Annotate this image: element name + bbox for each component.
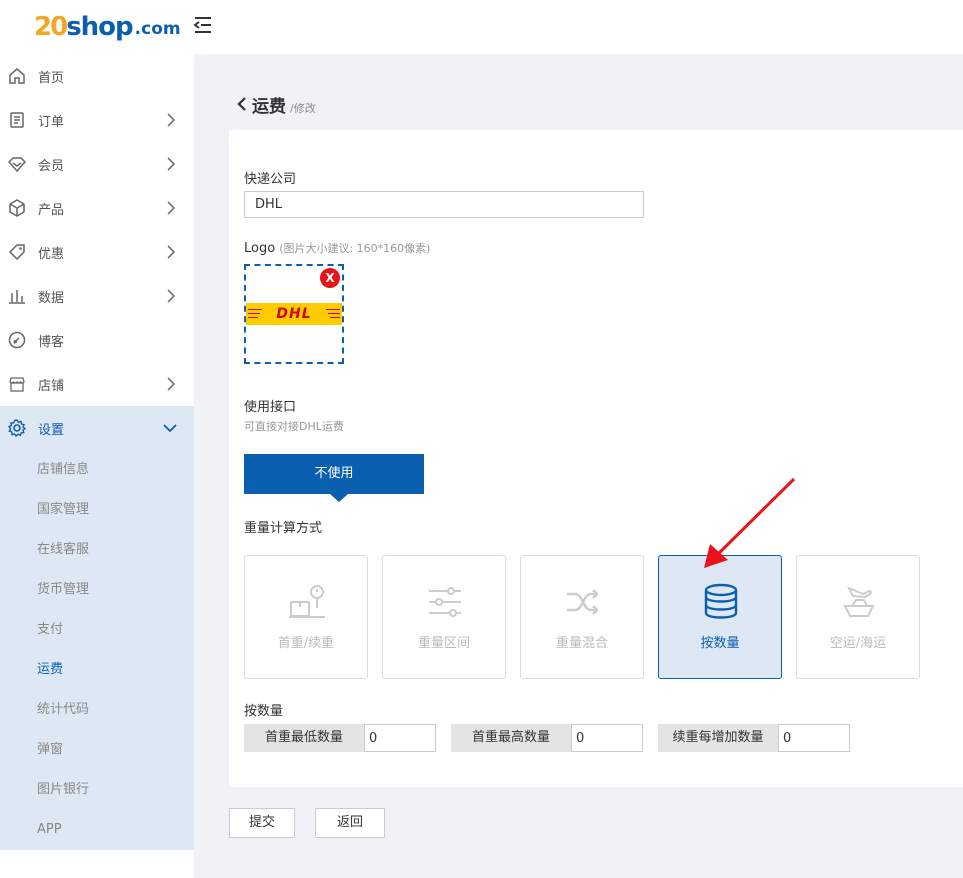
back-button[interactable]: 返回 [315,808,385,838]
logo-label: Logo [244,241,276,256]
logo-suffix: .com [134,19,181,39]
sidebar-item-products[interactable]: 产品 [0,186,194,230]
chevron-right-icon [167,245,176,259]
page-header: 运费 /修改 [236,92,316,117]
sidebar-item-label: 订单 [38,114,65,130]
product-box-icon [8,199,26,217]
sidebar-item-blog[interactable]: 博客 [0,318,194,362]
method-by-quantity[interactable]: 按数量 [658,555,782,679]
sidebar-sub-countries[interactable]: 国家管理 [0,490,194,530]
logo-name: shop [66,12,133,42]
sidebar-item-orders[interactable]: 订单 [0,98,194,142]
menu-collapse-icon[interactable] [192,14,214,36]
chevron-right-icon [167,201,176,215]
sidebar-item-label: 店铺 [38,378,65,394]
qty-field-label: 首重最低数量 [244,724,364,752]
company-input[interactable] [244,191,644,218]
continued-step-qty-input[interactable] [778,724,850,752]
brand-logo[interactable]: 20 shop .com [34,6,181,42]
sidebar: 首页 订单 会员 产品 优惠 数据 博客 店铺 设置 店铺信息 国家管理 在线客… [0,54,194,878]
qty-field-label: 续重每增加数量 [658,724,778,752]
sidebar-item-label: 产品 [38,202,65,218]
plane-ship-icon [843,586,875,617]
remove-logo-button[interactable]: X [320,268,340,288]
sidebar-sub-image-bank[interactable]: 图片银行 [0,770,194,810]
method-label: 按数量 [700,636,740,651]
sidebar-item-label: 会员 [38,158,65,174]
first-min-qty-input[interactable] [364,724,436,752]
method-weight-mixed[interactable]: 重量混合 [520,555,644,679]
logo-label-row: Logo (图片大小建议: 160*160像素) [244,240,430,256]
first-max-qty-input[interactable] [571,724,643,752]
sidebar-item-settings[interactable]: 设置 [0,406,194,450]
qty-field-first-min: 首重最低数量 [244,724,436,752]
sidebar-item-label: 博客 [38,334,65,350]
page-title: 运费 [252,97,286,117]
qty-section-label: 按数量 [244,704,284,719]
sidebar-item-members[interactable]: 会员 [0,142,194,186]
sidebar-item-label: 优惠 [38,246,65,262]
page-subtitle: /修改 [290,102,316,115]
sidebar-sub-app[interactable]: APP [0,810,194,850]
settings-submenu: 店铺信息 国家管理 在线客服 货币管理 支付 运费 统计代码 弹窗 图片银行 A… [0,450,194,850]
back-chevron-icon[interactable] [236,96,248,112]
sidebar-item-label: 设置 [38,422,65,438]
chevron-right-icon [167,157,176,171]
order-icon [8,111,26,129]
method-label: 空运/海运 [829,636,887,651]
method-weight-range[interactable]: 重量区间 [382,555,506,679]
sidebar-item-home[interactable]: 首页 [0,54,194,98]
method-label: 首重/续重 [277,636,335,651]
sidebar-sub-popup[interactable]: 弹窗 [0,730,194,770]
sidebar-item-store[interactable]: 店铺 [0,362,194,406]
qty-field-first-max: 首重最高数量 [451,724,643,752]
api-hint: 可直接对接DHL运费 [244,420,344,433]
logo-size-hint: (图片大小建议: 160*160像素) [279,242,431,255]
qty-field-label: 首重最高数量 [451,724,571,752]
store-icon [8,375,26,393]
member-icon [8,155,26,173]
blog-icon [8,331,26,349]
method-first-continued[interactable]: 首重/续重 [244,555,368,679]
method-air-sea[interactable]: 空运/海运 [796,555,920,679]
sliders-icon [429,587,461,617]
home-icon [8,67,26,85]
logo-number: 20 [34,12,68,42]
api-toggle-button[interactable]: 不使用 [244,454,424,494]
shipping-form-card: 快递公司 Logo(图片大小建议: 160*160像素) DHL X 使用接口 … [229,130,963,787]
sidebar-sub-currency[interactable]: 货币管理 [0,570,194,610]
api-button-pointer [330,494,348,502]
scale-clock-icon [289,585,325,618]
dhl-logo-text: DHL [276,306,312,322]
api-label: 使用接口 [244,400,297,415]
company-label: 快递公司 [244,172,297,187]
logo-upload-box[interactable]: DHL X [244,264,344,364]
shuffle-icon [567,589,599,615]
sidebar-sub-shipping[interactable]: 运费 [0,650,194,690]
bar-chart-icon [8,287,26,305]
weight-method-label: 重量计算方式 [244,521,323,536]
method-label: 重量混合 [555,636,608,651]
sidebar-sub-live-chat[interactable]: 在线客服 [0,530,194,570]
method-label: 重量区间 [417,636,470,651]
sidebar-sub-store-info[interactable]: 店铺信息 [0,450,194,490]
top-bar: 20 shop .com [0,0,963,54]
coin-stack-icon [704,583,738,619]
chevron-down-icon [163,424,177,433]
gear-icon [8,419,26,437]
dhl-logo-image: DHL [246,303,342,325]
submit-button[interactable]: 提交 [229,808,295,838]
sidebar-sub-tracking-code[interactable]: 统计代码 [0,690,194,730]
sidebar-sub-payment[interactable]: 支付 [0,610,194,650]
qty-field-continued-step: 续重每增加数量 [658,724,850,752]
chevron-right-icon [167,113,176,127]
sidebar-item-label: 首页 [38,70,65,86]
annotation-arrow-icon [704,477,796,568]
tag-icon [8,243,26,261]
chevron-right-icon [167,289,176,303]
sidebar-item-data[interactable]: 数据 [0,274,194,318]
chevron-right-icon [167,377,176,391]
sidebar-item-label: 数据 [38,290,65,306]
sidebar-item-promotions[interactable]: 优惠 [0,230,194,274]
